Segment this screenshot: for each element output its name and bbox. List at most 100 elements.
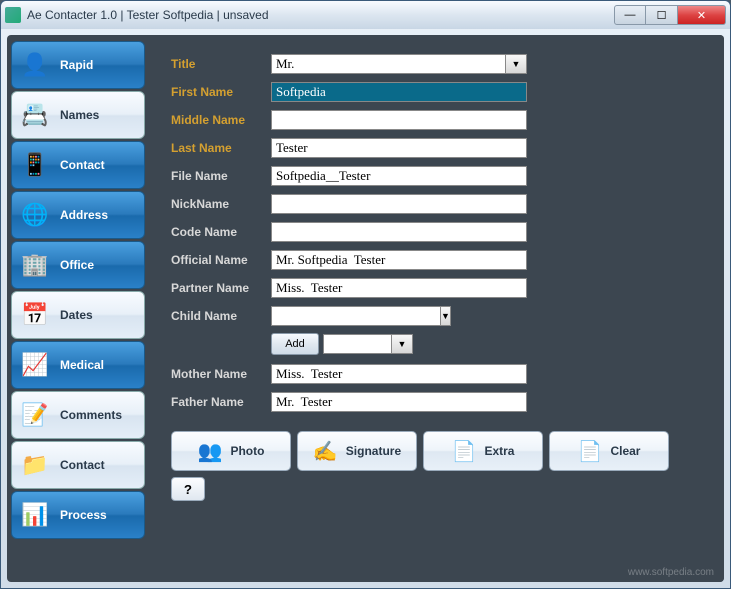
sidebar-item-office[interactable]: 🏢 Office	[11, 241, 145, 289]
label-officialname: Official Name	[171, 253, 271, 267]
filename-field[interactable]	[271, 166, 527, 186]
title-select[interactable]: ▼	[271, 54, 527, 74]
calendar-icon: 📅	[18, 298, 52, 332]
row-partnername: Partner Name	[171, 277, 712, 299]
sidebar-item-label: Medical	[60, 358, 104, 372]
folder-icon: 📁	[18, 448, 52, 482]
clear-button[interactable]: 📄 Clear	[549, 431, 669, 471]
card-icon: 📇	[18, 98, 52, 132]
signature-label: Signature	[346, 444, 401, 458]
sidebar: 👤 Rapid 📇 Names 📱 Contact 🌐 Address 🏢 Of…	[7, 35, 149, 582]
titlebar[interactable]: Ae Contacter 1.0 | Tester Softpedia | un…	[1, 1, 730, 29]
codename-field[interactable]	[271, 222, 527, 242]
chevron-down-icon[interactable]: ▼	[440, 306, 451, 326]
sidebar-item-address[interactable]: 🌐 Address	[11, 191, 145, 239]
maximize-button[interactable]: ☐	[646, 5, 678, 25]
sidebar-item-label: Comments	[60, 408, 122, 422]
add-type-select[interactable]: ▼	[323, 334, 413, 354]
app-icon	[5, 7, 21, 23]
row-title: Title ▼	[171, 53, 712, 75]
signature-button[interactable]: ✍️ Signature	[297, 431, 417, 471]
childname-select[interactable]: ▼	[271, 306, 401, 326]
sidebar-item-comments[interactable]: 📝 Comments	[11, 391, 145, 439]
add-button[interactable]: Add	[271, 333, 319, 355]
sidebar-item-label: Names	[60, 108, 99, 122]
form-panel: Title ▼ First Name Middle Name Last Name…	[149, 35, 724, 582]
label-lastname: Last Name	[171, 141, 271, 155]
sidebar-item-dates[interactable]: 📅 Dates	[11, 291, 145, 339]
monitor-icon: 📊	[18, 498, 52, 532]
globe-icon: 🌐	[18, 198, 52, 232]
title-field[interactable]	[271, 54, 505, 74]
extra-button[interactable]: 📄 Extra	[423, 431, 543, 471]
help-button[interactable]: ?	[171, 477, 205, 501]
label-mothername: Mother Name	[171, 367, 271, 381]
note-icon: 📝	[18, 398, 52, 432]
action-bar: 👥 Photo ✍️ Signature 📄 Extra 📄 Clear	[171, 431, 712, 471]
page-icon: 📄	[452, 439, 477, 464]
label-title: Title	[171, 57, 271, 71]
sidebar-item-label: Office	[60, 258, 94, 272]
childname-field[interactable]	[271, 306, 440, 326]
close-button[interactable]: ✕	[678, 5, 726, 25]
extra-label: Extra	[484, 444, 514, 458]
row-officialname: Official Name	[171, 249, 712, 271]
firstname-field[interactable]	[271, 82, 527, 102]
add-type-field[interactable]	[323, 334, 391, 354]
sidebar-item-label: Contact	[60, 158, 105, 172]
chevron-down-icon[interactable]: ▼	[505, 54, 527, 74]
sidebar-item-label: Dates	[60, 308, 93, 322]
row-middlename: Middle Name	[171, 109, 712, 131]
chart-icon: 📈	[18, 348, 52, 382]
label-middlename: Middle Name	[171, 113, 271, 127]
sidebar-item-names[interactable]: 📇 Names	[11, 91, 145, 139]
nickname-field[interactable]	[271, 194, 527, 214]
middlename-field[interactable]	[271, 110, 527, 130]
partnername-field[interactable]	[271, 278, 527, 298]
sidebar-item-label: Rapid	[60, 58, 93, 72]
label-nickname: NickName	[171, 197, 271, 211]
clear-label: Clear	[610, 444, 640, 458]
label-filename: File Name	[171, 169, 271, 183]
help-row: ?	[171, 477, 712, 501]
label-partnername: Partner Name	[171, 281, 271, 295]
new-page-icon: 📄	[578, 439, 603, 464]
row-childname: Child Name ▼	[171, 305, 712, 327]
label-codename: Code Name	[171, 225, 271, 239]
fathername-field[interactable]	[271, 392, 527, 412]
row-addchild: Add ▼	[171, 333, 712, 355]
app-window: Ae Contacter 1.0 | Tester Softpedia | un…	[0, 0, 731, 589]
person-icon: 👤	[18, 48, 52, 82]
label-childname: Child Name	[171, 309, 271, 323]
row-filename: File Name	[171, 165, 712, 187]
sidebar-item-label: Contact	[60, 458, 105, 472]
sidebar-item-label: Process	[60, 508, 107, 522]
sidebar-item-medical[interactable]: 📈 Medical	[11, 341, 145, 389]
row-codename: Code Name	[171, 221, 712, 243]
officialname-field[interactable]	[271, 250, 527, 270]
pen-icon: ✍️	[313, 439, 338, 464]
app-body: 👤 Rapid 📇 Names 📱 Contact 🌐 Address 🏢 Of…	[7, 35, 724, 582]
label-firstname: First Name	[171, 85, 271, 99]
people-icon: 👥	[198, 439, 223, 464]
lastname-field[interactable]	[271, 138, 527, 158]
mothername-field[interactable]	[271, 364, 527, 384]
window-title: Ae Contacter 1.0 | Tester Softpedia | un…	[27, 8, 269, 22]
photo-label: Photo	[230, 444, 264, 458]
sidebar-item-process[interactable]: 📊 Process	[11, 491, 145, 539]
sidebar-item-label: Address	[60, 208, 108, 222]
watermark: www.softpedia.com	[628, 567, 714, 578]
row-mothername: Mother Name	[171, 363, 712, 385]
photo-button[interactable]: 👥 Photo	[171, 431, 291, 471]
building-icon: 🏢	[18, 248, 52, 282]
row-lastname: Last Name	[171, 137, 712, 159]
label-fathername: Father Name	[171, 395, 271, 409]
row-firstname: First Name	[171, 81, 712, 103]
sidebar-item-contact2[interactable]: 📁 Contact	[11, 441, 145, 489]
sidebar-item-rapid[interactable]: 👤 Rapid	[11, 41, 145, 89]
chevron-down-icon[interactable]: ▼	[391, 334, 413, 354]
window-controls: — ☐ ✕	[614, 5, 726, 25]
sidebar-item-contact[interactable]: 📱 Contact	[11, 141, 145, 189]
row-fathername: Father Name	[171, 391, 712, 413]
minimize-button[interactable]: —	[614, 5, 646, 25]
